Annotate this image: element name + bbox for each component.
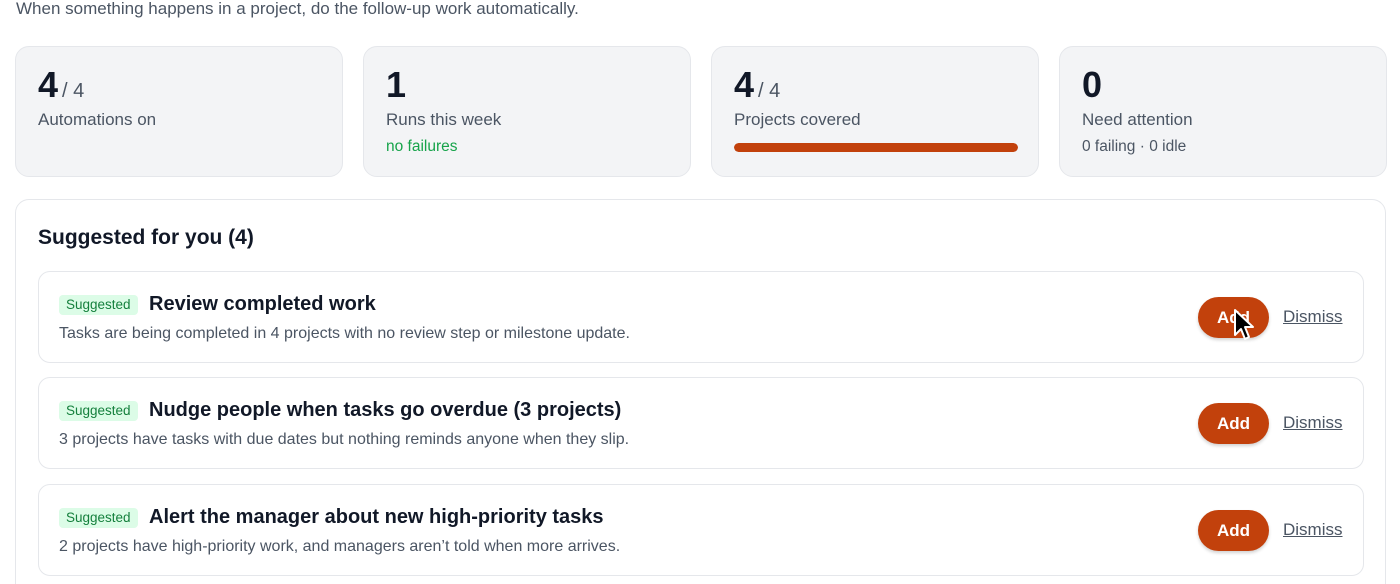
stat-sub-status: no failures (386, 138, 458, 155)
add-button[interactable]: Add (1198, 510, 1269, 551)
page-subtitle: When something happens in a project, do … (16, 0, 579, 18)
add-button[interactable]: Add (1198, 297, 1269, 338)
suggested-badge: Suggested (59, 295, 138, 315)
stat-label: Projects covered (734, 110, 861, 129)
dismiss-link[interactable]: Dismiss (1283, 412, 1343, 434)
stat-card-attention: 0 Need attention 0 failing · 0 idle (1059, 46, 1387, 177)
suggestion-item: Suggested Alert the manager about new hi… (38, 484, 1364, 576)
projects-progress-bar (734, 143, 1018, 152)
add-button[interactable]: Add (1198, 403, 1269, 444)
suggestions-panel: Suggested for you (4) Suggested Review c… (15, 199, 1386, 584)
suggestion-item: Suggested Review completed work Tasks ar… (38, 271, 1364, 363)
suggestion-description: Tasks are being completed in 4 projects … (59, 325, 630, 342)
stat-number: 4 (734, 64, 755, 105)
stat-card-runs: 1 Runs this week no failures (363, 46, 691, 177)
suggestion-item: Suggested Nudge people when tasks go ove… (38, 377, 1364, 469)
stat-value: 4/ 4 (38, 65, 84, 111)
suggestion-description: 2 projects have high-priority work, and … (59, 538, 621, 555)
stat-label: Runs this week (386, 110, 502, 129)
suggested-badge: Suggested (59, 401, 138, 421)
stat-number: 1 (386, 64, 407, 105)
dismiss-link[interactable]: Dismiss (1283, 519, 1343, 541)
progress-fill (734, 143, 1018, 152)
stat-number: 4 (38, 64, 59, 105)
suggested-badge: Suggested (59, 508, 138, 528)
stat-card-projects: 4/ 4 Projects covered (711, 46, 1039, 177)
stat-card-automations: 4/ 4 Automations on (15, 46, 343, 177)
stat-value: 4/ 4 (734, 65, 780, 111)
stat-total: / 4 (758, 80, 781, 102)
stat-sub-status: 0 failing · 0 idle (1082, 138, 1187, 155)
suggestion-title: Review completed work (149, 293, 376, 315)
suggestion-title: Alert the manager about new high-priorit… (149, 506, 604, 528)
stat-value: 0 (1082, 65, 1102, 105)
suggestion-description: 3 projects have tasks with due dates but… (59, 431, 630, 448)
stat-label: Need attention (1082, 110, 1193, 129)
dismiss-link[interactable]: Dismiss (1283, 306, 1343, 328)
stats-row: 4/ 4 Automations on 1 Runs this week no … (15, 46, 1387, 177)
automations-page: When something happens in a project, do … (0, 0, 1400, 584)
stat-number: 0 (1082, 64, 1103, 105)
stat-label: Automations on (38, 110, 157, 129)
stat-value: 1 (386, 65, 406, 105)
stat-total: / 4 (62, 80, 85, 102)
suggestions-title: Suggested for you (4) (38, 226, 254, 249)
suggestion-title: Nudge people when tasks go overdue (3 pr… (149, 399, 622, 421)
